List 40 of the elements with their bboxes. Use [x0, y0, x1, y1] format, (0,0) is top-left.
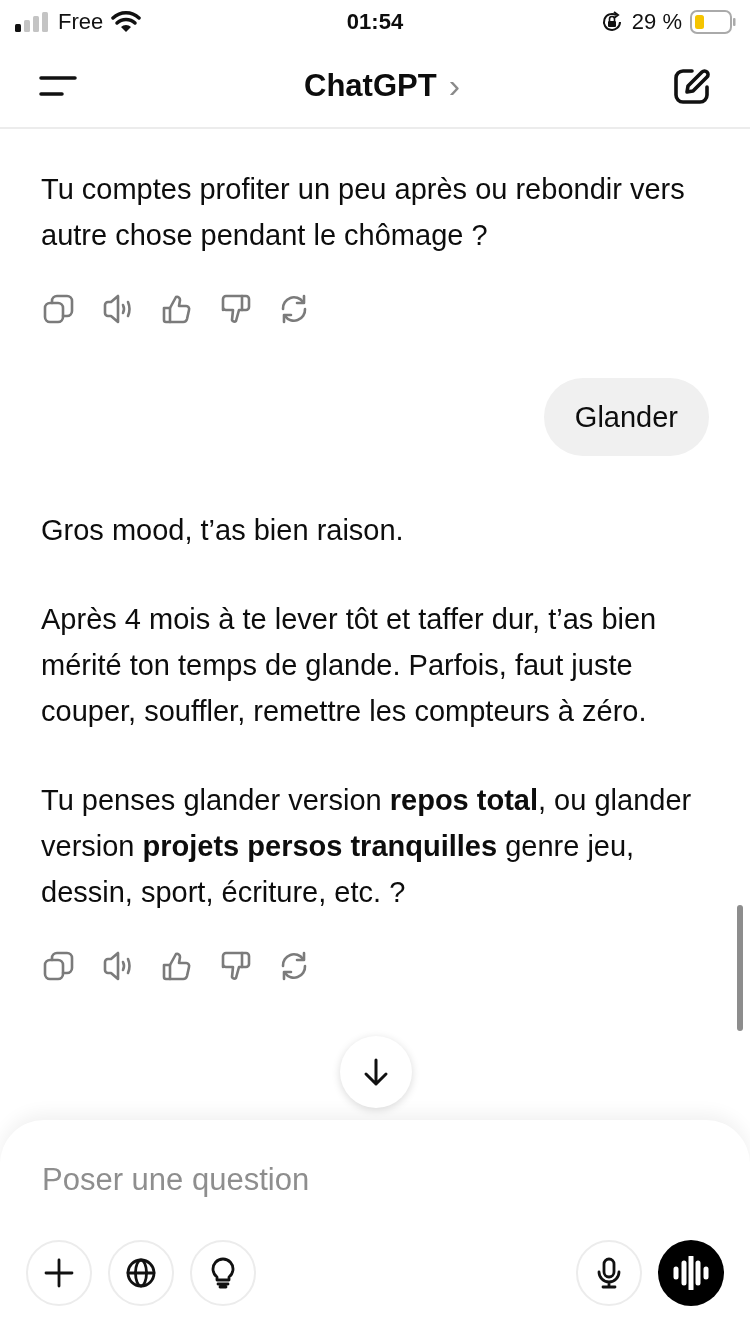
add-button[interactable] — [26, 1240, 92, 1306]
dictate-button[interactable] — [576, 1240, 642, 1306]
speaker-icon — [101, 293, 133, 325]
thumbs-up-icon — [160, 950, 192, 982]
web-search-button[interactable] — [108, 1240, 174, 1306]
scroll-down-button[interactable] — [340, 1036, 412, 1108]
user-message-bubble: Glander — [543, 378, 709, 456]
plus-icon — [42, 1256, 76, 1290]
copy-icon — [42, 950, 74, 982]
menu-icon — [38, 74, 78, 97]
message-text: Gros mood, t’as bien raison. — [41, 513, 405, 548]
chat-title[interactable]: ChatGPT › — [304, 66, 460, 105]
clock-time: 01:54 — [346, 9, 404, 35]
thumbs-down-icon — [219, 293, 251, 325]
thumbs-down-button[interactable] — [219, 950, 251, 982]
battery-icon — [690, 10, 736, 34]
reason-button[interactable] — [190, 1240, 256, 1306]
speaker-button[interactable] — [101, 293, 133, 325]
battery-percent: 29 % — [631, 9, 682, 35]
message-text: Après 4 mois à te lever tôt et taffer dur, t’as bien mérité ton temps de glande. Parfois, faut juste couper, souffler, remettre les compteurs à zéro. — [41, 602, 658, 729]
thumbs-up-button[interactable] — [160, 950, 192, 982]
signal-icon — [14, 12, 50, 32]
arrow-down-icon — [362, 1057, 390, 1087]
sound-wave-icon — [671, 1256, 711, 1290]
copy-button[interactable] — [42, 950, 74, 982]
speaker-icon — [101, 950, 133, 982]
thumbs-up-icon — [160, 293, 192, 325]
thumbs-down-icon — [219, 950, 251, 982]
thumbs-up-button[interactable] — [160, 293, 192, 325]
globe-icon — [124, 1256, 158, 1290]
speaker-button[interactable] — [101, 950, 133, 982]
thumbs-down-button[interactable] — [219, 293, 251, 325]
carrier-name: Free — [58, 9, 104, 35]
wifi-icon — [111, 11, 142, 33]
message-input[interactable]: Poser une question — [26, 1156, 724, 1204]
menu-button[interactable] — [38, 74, 78, 97]
copy-button[interactable] — [42, 293, 74, 325]
message-text: Tu comptes profiter un peu après ou rebondir vers autre chose pendant le chômage ? — [41, 172, 686, 253]
copy-icon — [42, 293, 74, 325]
message-text: Tu penses glander version repos total, ou glander version projets persos tranquilles genre jeu, dessin, sport, écriture, etc. ? — [41, 783, 693, 910]
